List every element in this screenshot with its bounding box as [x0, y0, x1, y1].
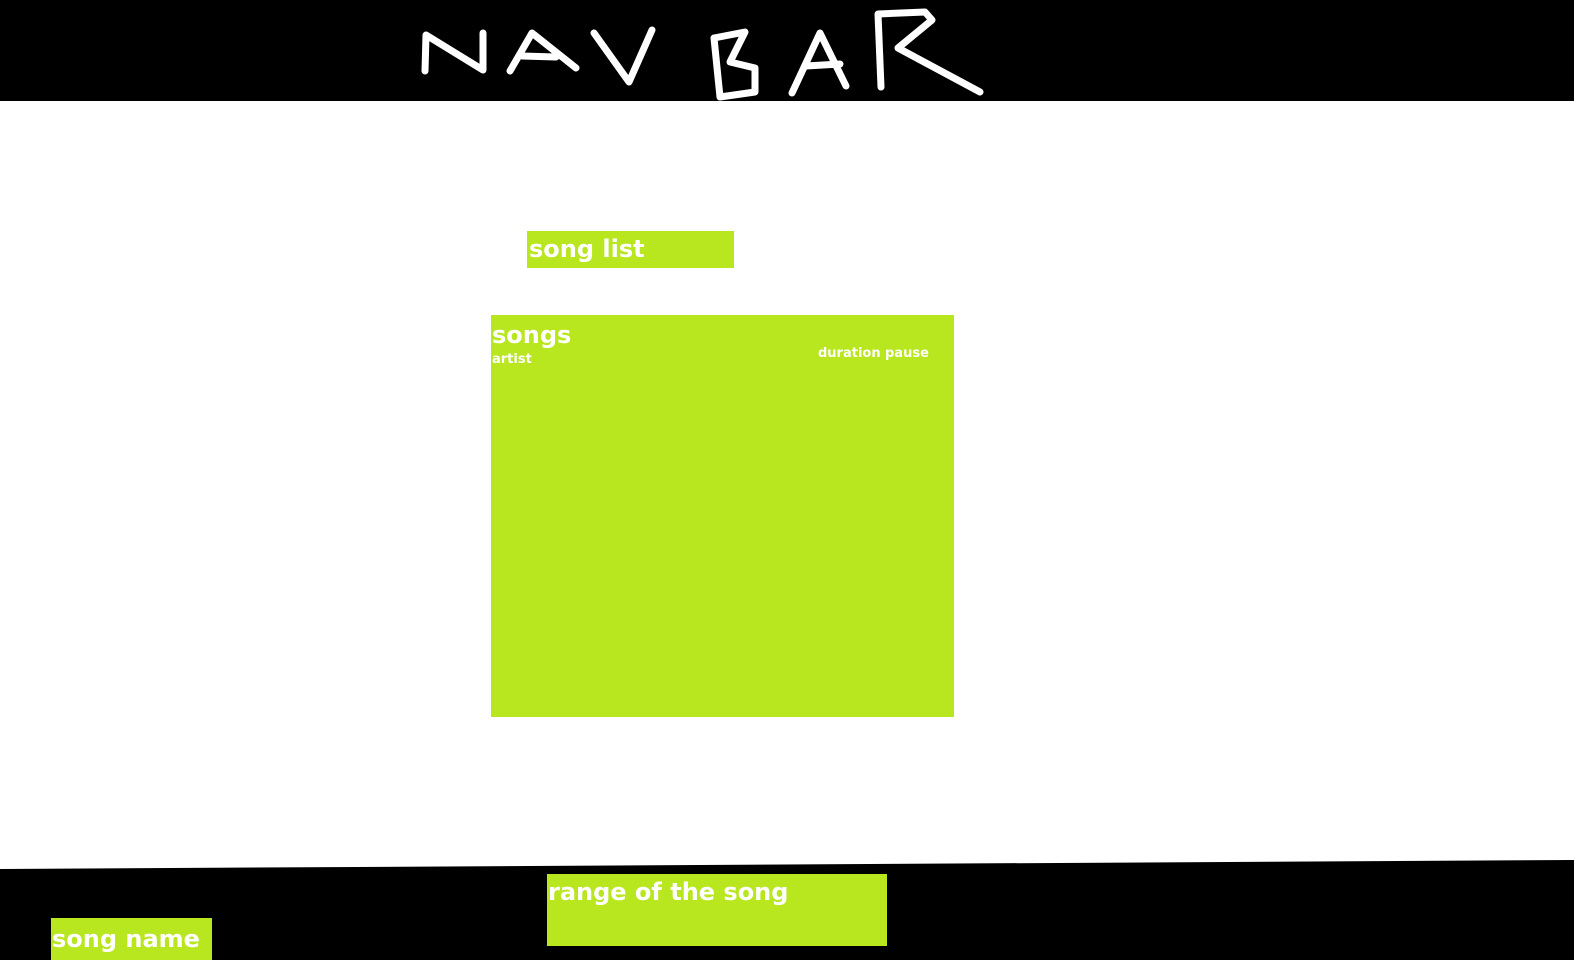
song-title[interactable]: songs	[492, 321, 571, 349]
now-playing-song-name: song name	[51, 918, 212, 960]
song-duration: duration	[818, 346, 881, 361]
songs-list-panel[interactable]: songs artist duration pause	[491, 315, 954, 717]
song-artist: artist	[492, 352, 532, 367]
song-list-heading: song list	[527, 231, 734, 268]
song-progress-range[interactable]: range of the song	[547, 874, 887, 946]
wireframe-page: song list songs artist duration pause ra…	[0, 0, 1574, 960]
navbar-logo	[421, 8, 984, 101]
navbar	[0, 0, 1574, 101]
pause-button[interactable]: pause	[885, 346, 929, 361]
